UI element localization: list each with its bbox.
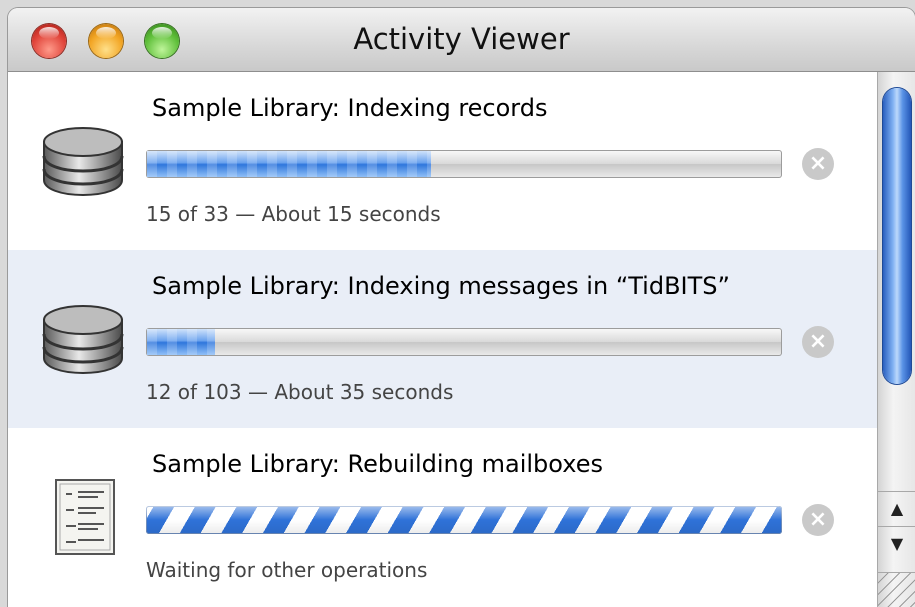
scroll-thumb[interactable] — [883, 88, 911, 384]
activity-title: Sample Library: Indexing records — [152, 94, 548, 122]
activity-viewer-window: Activity Viewer Sample Library: Indexing… — [8, 8, 915, 607]
activity-row[interactable]: Sample Library: Rebuilding mailboxes × W… — [8, 428, 877, 606]
resize-grip-icon[interactable] — [878, 572, 915, 607]
stop-icon[interactable]: × — [802, 326, 834, 358]
progress-fill — [147, 329, 215, 355]
activity-list: Sample Library: Indexing records × 15 of… — [8, 72, 877, 607]
document-list-icon — [55, 479, 115, 555]
arrow-down-icon[interactable]: ▼ — [878, 526, 915, 561]
arrow-up-icon[interactable]: ▲ — [878, 491, 915, 526]
progress-bar — [146, 150, 782, 178]
title-bar[interactable]: Activity Viewer — [8, 8, 915, 72]
database-icon — [42, 127, 124, 197]
activity-row[interactable]: Sample Library: Indexing records × 15 of… — [8, 72, 877, 250]
activity-status: 15 of 33 — About 15 seconds — [146, 202, 441, 226]
vertical-scrollbar[interactable]: ▲ ▼ — [877, 72, 915, 607]
activity-status: Waiting for other operations — [146, 558, 428, 582]
stop-icon[interactable]: × — [802, 504, 834, 536]
indeterminate-progress-bar — [146, 506, 782, 534]
stop-icon[interactable]: × — [802, 148, 834, 180]
activity-status: 12 of 103 — About 35 seconds — [146, 380, 454, 404]
activity-row[interactable]: Sample Library: Indexing messages in “Ti… — [8, 250, 877, 428]
database-icon — [42, 305, 124, 375]
activity-title: Sample Library: Rebuilding mailboxes — [152, 450, 603, 478]
window-title: Activity Viewer — [353, 22, 570, 56]
progress-fill — [147, 151, 432, 177]
activity-title: Sample Library: Indexing messages in “Ti… — [152, 272, 730, 300]
progress-bar — [146, 328, 782, 356]
